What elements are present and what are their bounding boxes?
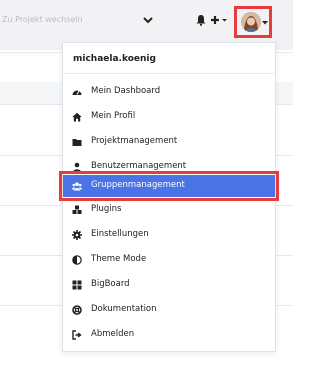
user-dropdown-menu: michaela.koenig Mein Dashboard Mein Prof…	[59, 42, 279, 352]
menu-item-mein-dashboard[interactable]: Mein Dashboard	[63, 81, 275, 103]
menu-item-theme-mode[interactable]: Theme Mode	[63, 249, 275, 271]
caret-down-icon	[262, 21, 268, 25]
menu-item-dokumentation[interactable]: Dokumentation	[63, 299, 275, 321]
gear-icon	[72, 230, 82, 240]
menu-item-label: Benutzermanagement	[91, 161, 187, 171]
menu-item-abmelden[interactable]: Abmelden	[63, 324, 275, 346]
user-menu-toggle[interactable]	[234, 6, 272, 38]
dashboard-icon	[72, 90, 82, 95]
menu-item-projektmanagement[interactable]: Projektmanagement	[63, 131, 275, 153]
add-menu-icon[interactable]	[209, 12, 229, 28]
menu-item-label: BigBoard	[91, 279, 130, 289]
menu-item-label: Dokumentation	[91, 304, 157, 314]
grid-icon	[72, 280, 82, 290]
half-circle-icon	[72, 255, 82, 265]
chevron-down-icon[interactable]	[142, 14, 154, 26]
menu-item-label: Mein Dashboard	[91, 86, 161, 96]
users-icon	[72, 182, 82, 191]
menu-item-label: Gruppenmanagement	[91, 180, 185, 190]
menu-item-bigboard[interactable]: BigBoard	[63, 274, 275, 296]
menu-item-label: Abmelden	[91, 329, 135, 339]
bell-icon[interactable]	[195, 14, 207, 26]
menu-item-gruppenmanagement[interactable]: Gruppenmanagement	[59, 171, 279, 201]
menu-item-label: Mein Profil	[91, 111, 136, 121]
menu-item-mein-profil[interactable]: Mein Profil	[63, 106, 275, 128]
lifebuoy-icon	[72, 305, 82, 315]
home-icon	[72, 112, 82, 122]
dropdown-username: michaela.koenig	[73, 54, 156, 64]
sign-out-icon	[72, 330, 82, 340]
menu-item-einstellungen[interactable]: Einstellungen	[63, 224, 275, 246]
menu-item-label: Theme Mode	[91, 254, 147, 264]
folder-icon	[72, 139, 82, 146]
menu-item-label: Projektmanagement	[91, 136, 178, 146]
user-icon	[73, 162, 81, 172]
menu-item-label: Einstellungen	[91, 229, 149, 239]
cubes-icon	[72, 205, 82, 214]
menu-item-plugins[interactable]: Plugins	[63, 199, 275, 221]
menu-item-label: Plugins	[91, 204, 122, 214]
project-switch-select[interactable]: Zu Projekt wechseln	[2, 15, 83, 24]
avatar	[241, 12, 261, 32]
dropdown-divider	[63, 73, 275, 74]
